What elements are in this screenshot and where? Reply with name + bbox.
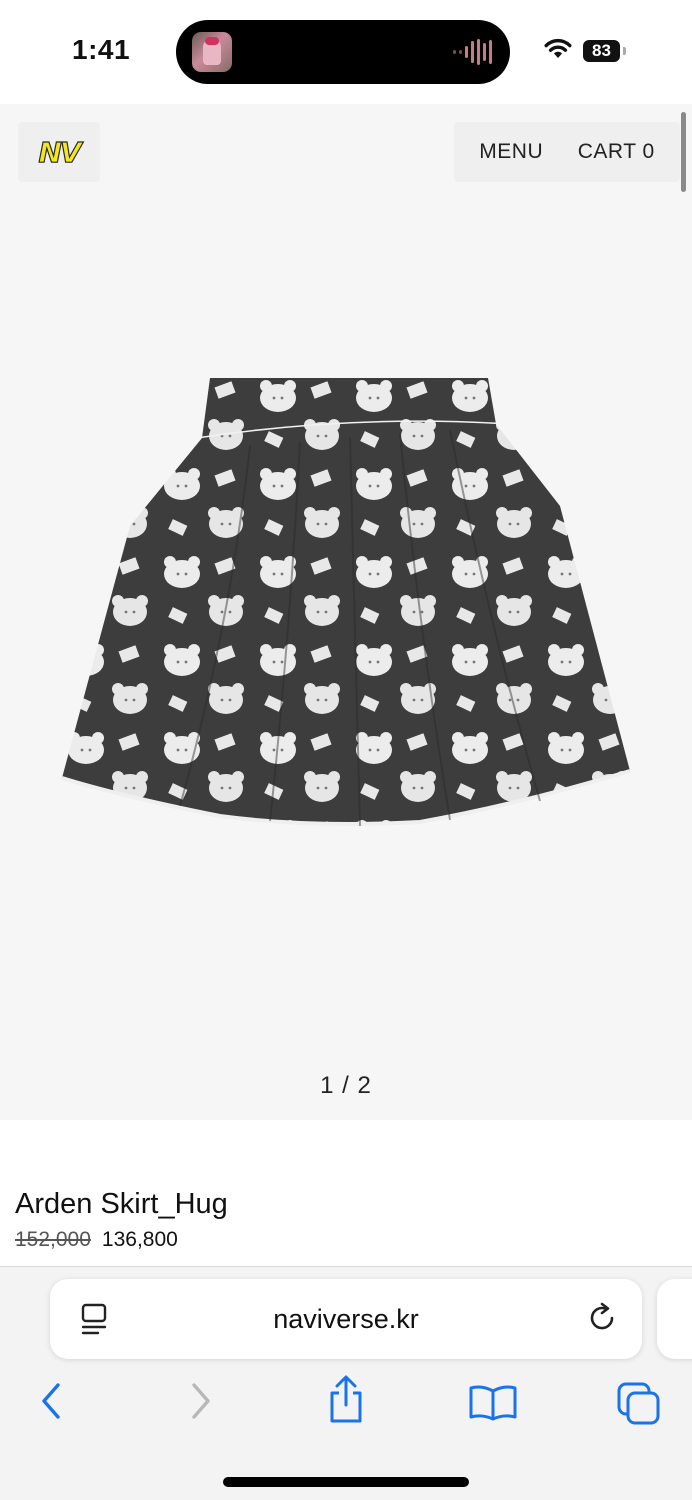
battery-tip [623,47,626,55]
dynamic-island[interactable] [176,20,510,84]
status-time: 1:41 [72,34,131,65]
scrollbar[interactable] [681,112,686,192]
logo-text: NV [38,135,82,169]
gallery-counter: 1 / 2 [320,1072,372,1099]
home-indicator[interactable] [223,1477,469,1487]
cart-link[interactable]: CART 0 [578,140,655,164]
battery-icon: 83 [583,40,620,62]
wifi-icon [544,38,572,58]
sale-price: 136,800 [101,1228,178,1251]
bookmarks-icon[interactable] [468,1385,518,1421]
price-row: 152,000 136,800 [15,1228,178,1252]
url-text: naviverse.kr [273,1304,419,1334]
site-logo[interactable]: NV [18,122,100,182]
header-nav: MENU CART 0 [454,122,680,182]
audio-waveform-icon [453,39,492,65]
reload-icon[interactable] [588,1302,618,1334]
back-icon[interactable] [36,1381,66,1421]
share-icon[interactable] [326,1375,366,1425]
browser-bar: naviverse.kr [0,1266,692,1500]
product-title: Arden Skirt_Hug [15,1188,228,1220]
tabs-icon[interactable] [616,1381,662,1427]
original-price: 152,000 [15,1228,91,1251]
page: 1:41 83 NV MENU CART 0 1 / 2 Arden Skirt… [0,0,692,1500]
forward-icon[interactable] [186,1381,216,1421]
next-tab-peek[interactable] [657,1279,692,1359]
status-bar: 1:41 83 [0,0,692,104]
web-content: NV MENU CART 0 1 / 2 Arden Skirt_Hug 152… [0,104,692,1266]
product-gallery[interactable]: NV MENU CART 0 1 / 2 [0,104,692,1120]
product-image[interactable] [60,376,632,828]
now-playing-artwork-icon[interactable] [192,32,232,72]
address-bar[interactable]: naviverse.kr [50,1279,642,1359]
menu-link[interactable]: MENU [479,140,543,164]
